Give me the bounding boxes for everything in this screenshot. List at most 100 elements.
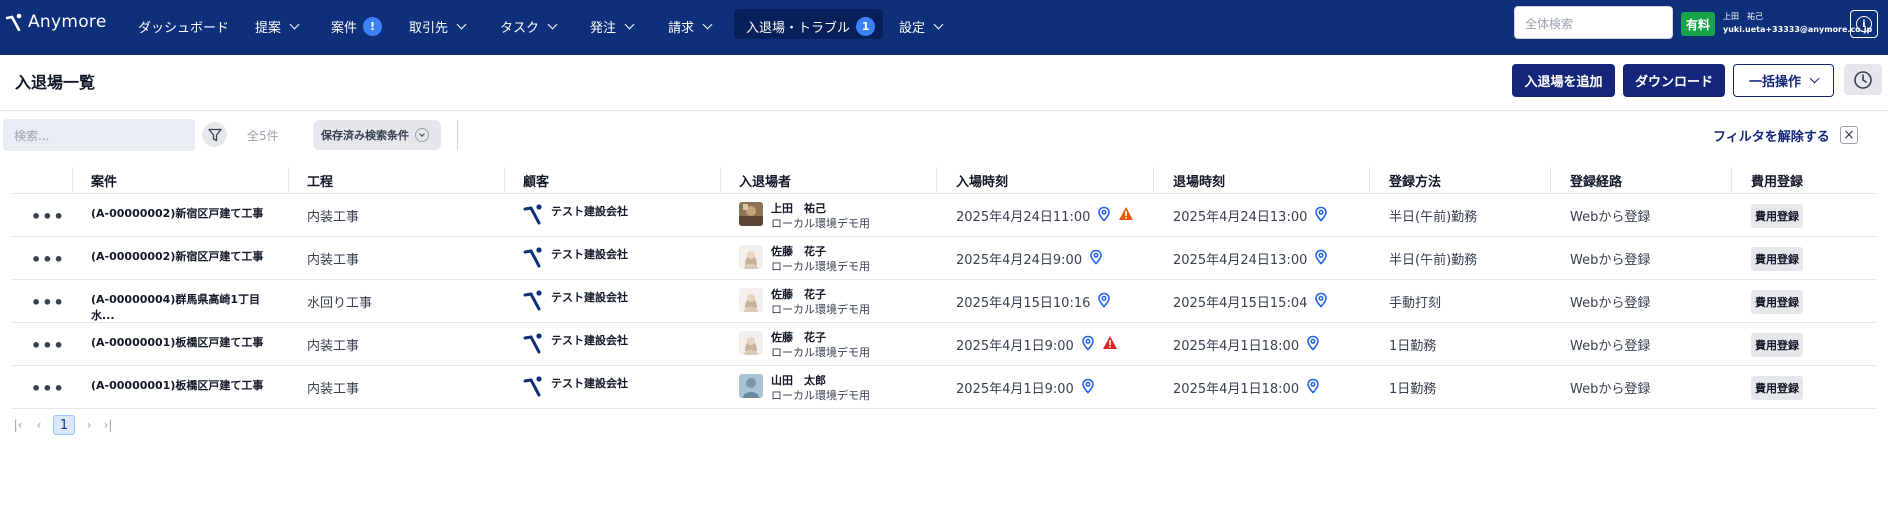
nav-tasks[interactable]: タスク bbox=[500, 14, 558, 38]
warning-icon[interactable] bbox=[1102, 335, 1118, 354]
table-row[interactable]: ••• (A-00000001)板橋区戸建て工事 内装工事 テスト建設会社 佐藤 花子ロ… bbox=[11, 323, 1876, 366]
person-cell[interactable]: 佐藤 花子 ローカル環境デモ用 bbox=[739, 280, 870, 323]
history-button[interactable] bbox=[1844, 64, 1882, 95]
person-name: 佐藤 花子 bbox=[771, 244, 826, 258]
client-cell[interactable]: テスト建設会社 bbox=[523, 237, 628, 280]
person-name: 佐藤 花子 bbox=[771, 330, 826, 344]
app-logo[interactable]: Anymore bbox=[6, 12, 107, 32]
location-pin-icon[interactable] bbox=[1088, 249, 1104, 269]
person-cell[interactable]: 上田 祐己 ローカル環境デモ用 bbox=[739, 194, 870, 237]
location-pin-icon[interactable] bbox=[1313, 249, 1329, 269]
row-menu-button[interactable]: ••• bbox=[31, 336, 65, 355]
column-header-client[interactable]: 顧客 bbox=[523, 167, 549, 194]
fee-register-button[interactable]: 費用登録 bbox=[1751, 375, 1803, 400]
case-link[interactable]: (A-00000001)板橋区戸建て工事 bbox=[91, 366, 281, 409]
location-pin-icon[interactable] bbox=[1080, 335, 1096, 355]
table-row[interactable]: ••• (A-00000002)新宿区戸建て工事 内装工事 テスト建設会社 上田 祐己ロ… bbox=[11, 194, 1876, 237]
person-cell[interactable]: 山田 太郎 ローカル環境デモ用 bbox=[739, 366, 870, 409]
nav-orders-label: 発注 bbox=[590, 20, 617, 36]
process-cell: 内装工事 bbox=[307, 210, 360, 225]
nav-settings[interactable]: 設定 bbox=[899, 14, 944, 38]
column-header-case[interactable]: 案件 bbox=[91, 167, 117, 194]
client-cell[interactable]: テスト建設会社 bbox=[523, 194, 628, 237]
entry-table: 案件 工程 顧客 入退場者 入場時刻 退場時刻 登録方法 登録経路 費用登録 •… bbox=[11, 167, 1876, 409]
page-title: 入退場一覧 bbox=[15, 73, 96, 92]
info-button[interactable]: i bbox=[1850, 10, 1878, 38]
nav-case[interactable]: 案件 ! bbox=[331, 14, 383, 38]
row-menu-button[interactable]: ••• bbox=[31, 379, 65, 398]
search-input[interactable]: 検索... bbox=[3, 119, 195, 151]
location-pin-icon[interactable] bbox=[1080, 378, 1096, 398]
nav-billing[interactable]: 請求 bbox=[668, 14, 713, 38]
filter-button[interactable] bbox=[202, 122, 227, 147]
location-pin-icon[interactable] bbox=[1096, 206, 1112, 226]
column-header-exit-time[interactable]: 退場時刻 bbox=[1173, 167, 1225, 194]
page-number-current[interactable]: 1 bbox=[53, 415, 75, 435]
location-pin-icon[interactable] bbox=[1096, 292, 1112, 312]
pagination: |‹ ‹ 1 › ›| bbox=[11, 415, 121, 435]
fee-register-button[interactable]: 費用登録 bbox=[1751, 246, 1803, 271]
case-link[interactable]: (A-00000001)板橋区戸建て工事 bbox=[91, 323, 281, 366]
table-row[interactable]: ••• (A-00000004)群馬県高崎1丁目水... 水回り工事 テスト建設会社 佐… bbox=[11, 280, 1876, 323]
column-header-fee[interactable]: 費用登録 bbox=[1751, 167, 1803, 194]
warning-icon[interactable] bbox=[1118, 206, 1134, 225]
row-menu-button[interactable]: ••• bbox=[31, 207, 65, 226]
location-pin-icon[interactable] bbox=[1305, 335, 1321, 355]
chevron-down-icon bbox=[933, 19, 944, 29]
table-row[interactable]: ••• (A-00000002)新宿区戸建て工事 内装工事 テスト建設会社 佐藤 花子ロ… bbox=[11, 237, 1876, 280]
location-pin-icon[interactable] bbox=[1313, 206, 1329, 226]
nav-orders[interactable]: 発注 bbox=[590, 14, 635, 38]
bulk-action-label: 一括操作 bbox=[1748, 75, 1801, 90]
last-page-button[interactable]: ›| bbox=[101, 415, 115, 435]
close-icon[interactable]: × bbox=[1840, 126, 1858, 144]
first-page-button[interactable]: |‹ bbox=[11, 415, 25, 435]
location-pin-icon[interactable] bbox=[1305, 378, 1321, 398]
avatar bbox=[739, 373, 763, 402]
person-name: 佐藤 花子 bbox=[771, 287, 826, 301]
person-text: 佐藤 花子 ローカル環境デモ用 bbox=[771, 244, 870, 274]
nav-dashboard[interactable]: ダッシュボード bbox=[138, 14, 229, 38]
case-link[interactable]: (A-00000004)群馬県高崎1丁目水... bbox=[91, 280, 281, 323]
exit-time-cell: 2025年4月1日18:00 bbox=[1173, 366, 1321, 409]
case-link[interactable]: (A-00000002)新宿区戸建て工事 bbox=[91, 237, 281, 280]
client-cell[interactable]: テスト建設会社 bbox=[523, 323, 628, 366]
bulk-action-button[interactable]: 一括操作 bbox=[1733, 64, 1834, 97]
clear-filter-link[interactable]: フィルタを解除する bbox=[1713, 126, 1830, 145]
client-cell[interactable]: テスト建設会社 bbox=[523, 366, 628, 409]
location-pin-icon[interactable] bbox=[1313, 292, 1329, 312]
nav-entry[interactable]: 入退場・トラブル 1 bbox=[746, 14, 876, 38]
person-cell[interactable]: 佐藤 花子 ローカル環境デモ用 bbox=[739, 323, 870, 366]
download-button[interactable]: ダウンロード bbox=[1623, 64, 1725, 97]
add-entry-button[interactable]: 入退場を追加 bbox=[1512, 64, 1615, 97]
nav-proposal[interactable]: 提案 bbox=[255, 14, 300, 38]
case-link[interactable]: (A-00000002)新宿区戸建て工事 bbox=[91, 194, 281, 237]
person-name: 山田 太郎 bbox=[771, 373, 826, 387]
fee-register-button[interactable]: 費用登録 bbox=[1751, 203, 1803, 228]
column-header-process[interactable]: 工程 bbox=[307, 167, 333, 194]
chevron-down-icon bbox=[547, 19, 558, 29]
column-header-route[interactable]: 登録経路 bbox=[1570, 167, 1622, 194]
nav-case-label: 案件 bbox=[331, 20, 358, 36]
person-text: 佐藤 花子 ローカル環境デモ用 bbox=[771, 330, 870, 360]
global-search-input[interactable]: 全体検索 bbox=[1514, 6, 1673, 39]
fee-register-button[interactable]: 費用登録 bbox=[1751, 332, 1803, 357]
prev-page-button[interactable]: ‹ bbox=[33, 415, 45, 435]
nav-clients-label: 取引先 bbox=[409, 20, 449, 36]
person-sub: ローカル環境デモ用 bbox=[771, 259, 870, 273]
client-logo-icon bbox=[523, 375, 545, 400]
nav-clients[interactable]: 取引先 bbox=[409, 14, 467, 38]
exit-time-cell: 2025年4月1日18:00 bbox=[1173, 323, 1321, 366]
row-menu-button[interactable]: ••• bbox=[31, 250, 65, 269]
client-logo-icon bbox=[523, 203, 545, 228]
person-cell[interactable]: 佐藤 花子 ローカル環境デモ用 bbox=[739, 237, 870, 280]
column-separator bbox=[288, 167, 289, 192]
row-menu-button[interactable]: ••• bbox=[31, 293, 65, 312]
column-header-person[interactable]: 入退場者 bbox=[739, 167, 791, 194]
column-header-method[interactable]: 登録方法 bbox=[1389, 167, 1441, 194]
table-row[interactable]: ••• (A-00000001)板橋区戸建て工事 内装工事 テスト建設会社 山田 太郎ロ… bbox=[11, 366, 1876, 409]
column-header-entry-time[interactable]: 入場時刻 bbox=[956, 167, 1008, 194]
saved-search-dropdown[interactable]: 保存済み検索条件 bbox=[313, 120, 441, 150]
next-page-button[interactable]: › bbox=[83, 415, 95, 435]
fee-register-button[interactable]: 費用登録 bbox=[1751, 289, 1803, 314]
client-cell[interactable]: テスト建設会社 bbox=[523, 280, 628, 323]
